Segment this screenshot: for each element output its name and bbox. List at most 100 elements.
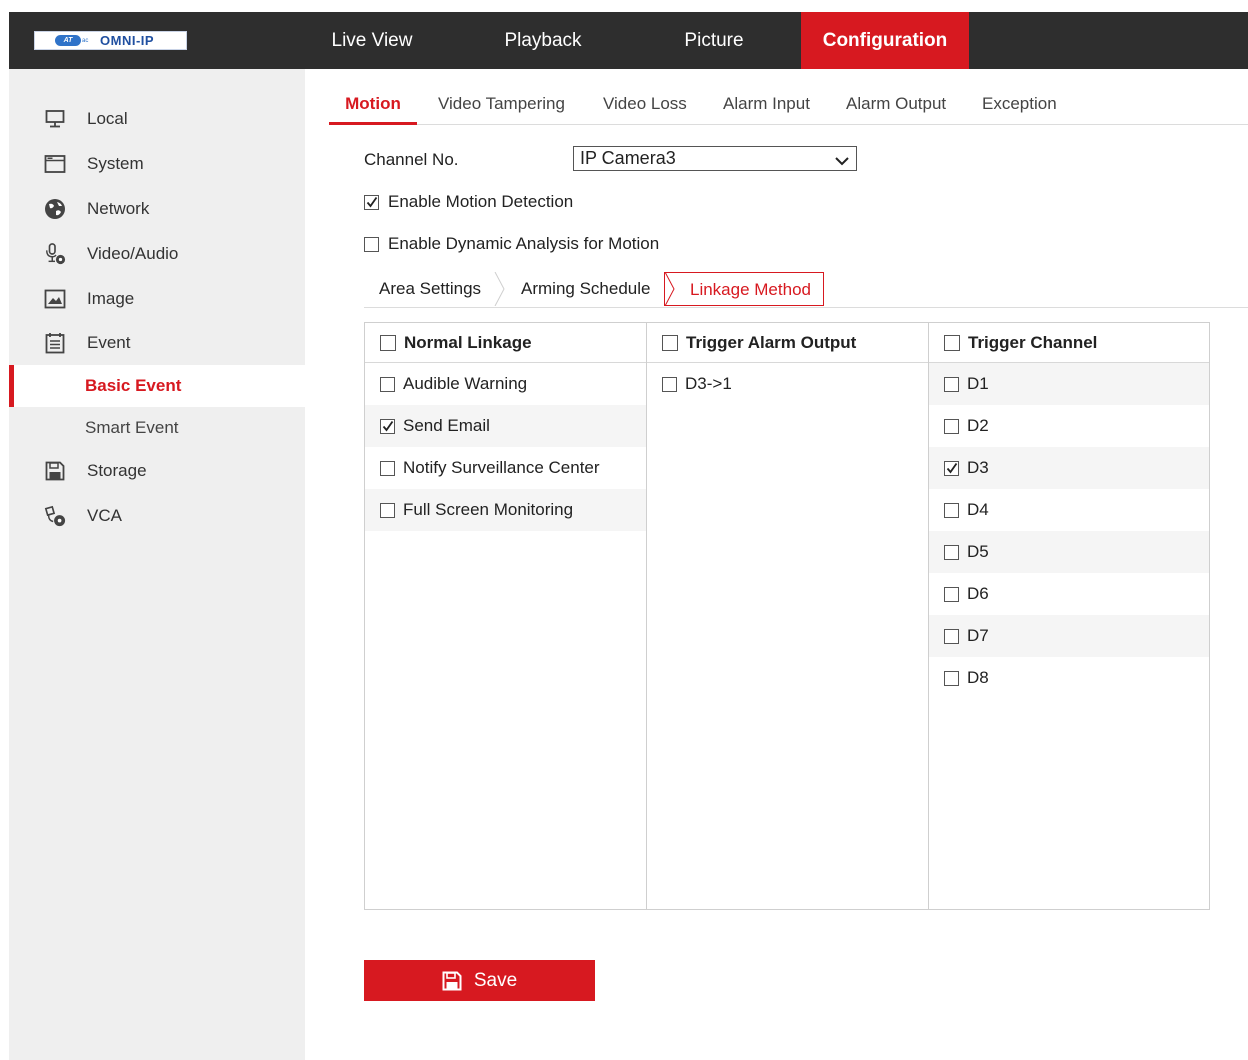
trigger-channel-column: Trigger Channel D1 D2 D3 D4 D5 D6 D7 D8	[929, 323, 1209, 909]
channel-select-value: IP Camera3	[580, 148, 676, 168]
subtab-arming-schedule[interactable]: Arming Schedule	[521, 272, 650, 306]
audible-warning-checkbox[interactable]	[380, 376, 395, 392]
chevron-divider-icon	[664, 272, 675, 306]
list-item-label: D8	[967, 668, 989, 687]
normal-linkage-header: Normal Linkage	[365, 323, 646, 363]
list-item-label: D2	[967, 416, 989, 435]
logo-small-text: ac	[82, 37, 89, 44]
trigger-channel-header: Trigger Channel	[929, 323, 1209, 363]
enable-dynamic-checkbox[interactable]	[364, 236, 379, 252]
nav-playback[interactable]: Playback	[487, 12, 599, 69]
sidebar-item-system[interactable]: System	[9, 144, 305, 184]
save-disk-icon	[44, 460, 66, 482]
list-item-label: D3	[967, 458, 989, 477]
tab-video-loss[interactable]: Video Loss	[603, 84, 687, 122]
sidebar-item-label: VCA	[87, 506, 122, 525]
mic-gear-icon	[44, 243, 66, 265]
list-item: D8	[929, 657, 1209, 699]
tab-exception[interactable]: Exception	[982, 84, 1057, 122]
channel-d4-checkbox[interactable]	[944, 502, 959, 518]
trigger-alarm-output-select-all-checkbox[interactable]	[662, 334, 678, 351]
globe-icon	[44, 198, 66, 220]
list-item-label: D4	[967, 500, 989, 519]
list-item-label: D5	[967, 542, 989, 561]
list-item-label: Notify Surveillance Center	[403, 458, 600, 477]
sidebar-item-vca[interactable]: VCA	[9, 496, 305, 536]
sidebar-item-label: Network	[87, 199, 150, 218]
chevron-divider-icon	[494, 272, 505, 306]
tab-alarm-output[interactable]: Alarm Output	[846, 84, 946, 122]
camera-gear-icon	[44, 505, 66, 527]
list-item: D1	[929, 363, 1209, 405]
enable-motion-label: Enable Motion Detection	[388, 192, 574, 211]
save-button[interactable]: Save	[364, 960, 595, 1001]
list-item: D6	[929, 573, 1209, 615]
sidebar-item-storage[interactable]: Storage	[9, 451, 305, 491]
list-item: Send Email	[365, 405, 646, 447]
subtab-linkage-method[interactable]: Linkage Method	[664, 272, 824, 306]
sidebar-subitem-smart-event[interactable]: Smart Event	[9, 407, 305, 449]
linkage-table: Normal Linkage Audible Warning Send Emai…	[364, 322, 1210, 910]
nav-picture[interactable]: Picture	[669, 12, 759, 69]
normal-linkage-column: Normal Linkage Audible Warning Send Emai…	[365, 323, 647, 909]
notify-surveillance-center-checkbox[interactable]	[380, 460, 395, 476]
full-screen-monitoring-checkbox[interactable]	[380, 502, 395, 518]
channel-d8-checkbox[interactable]	[944, 670, 959, 686]
alarm-output-d3-1-checkbox[interactable]	[662, 376, 677, 392]
trigger-channel-select-all-checkbox[interactable]	[944, 334, 960, 351]
sidebar-item-label: Local	[87, 109, 128, 128]
channel-d6-checkbox[interactable]	[944, 586, 959, 602]
nav-configuration[interactable]: Configuration	[801, 12, 969, 69]
sidebar-item-video-audio[interactable]: Video/Audio	[9, 234, 305, 274]
list-item: D4	[929, 489, 1209, 531]
tab-alarm-input[interactable]: Alarm Input	[723, 84, 810, 122]
sidebar-item-network[interactable]: Network	[9, 189, 305, 229]
settings-subtabs: Area Settings Arming Schedule Linkage Me…	[364, 272, 1248, 308]
event-type-tabs: Motion Video Tampering Video Loss Alarm …	[329, 84, 1248, 125]
send-email-checkbox[interactable]	[380, 418, 395, 434]
tab-video-tampering[interactable]: Video Tampering	[438, 84, 565, 122]
enable-motion-checkbox[interactable]	[364, 194, 379, 210]
sidebar-item-event[interactable]: Event	[9, 323, 305, 363]
trigger-alarm-output-header: Trigger Alarm Output	[647, 323, 928, 363]
channel-d7-checkbox[interactable]	[944, 628, 959, 644]
list-item: D3	[929, 447, 1209, 489]
list-item-label: Send Email	[403, 416, 490, 435]
list-item-label: D6	[967, 584, 989, 603]
save-disk-icon	[442, 971, 462, 991]
sidebar-item-label: Storage	[87, 461, 147, 480]
normal-linkage-header-label: Normal Linkage	[404, 332, 532, 352]
sidebar-item-label: Event	[87, 333, 131, 352]
logo-badge: AT	[55, 35, 81, 46]
trigger-channel-header-label: Trigger Channel	[968, 332, 1098, 352]
tab-motion[interactable]: Motion	[329, 84, 417, 125]
list-item-label: D1	[967, 374, 989, 393]
channel-d5-checkbox[interactable]	[944, 544, 959, 560]
enable-dynamic-label: Enable Dynamic Analysis for Motion	[388, 234, 660, 253]
channel-d1-checkbox[interactable]	[944, 376, 959, 392]
monitor-icon	[44, 108, 66, 130]
list-item: Full Screen Monitoring	[365, 489, 646, 531]
chevron-down-icon	[834, 151, 850, 174]
list-item-label: D7	[967, 626, 989, 645]
list-item: Audible Warning	[365, 363, 646, 405]
list-item-label: Full Screen Monitoring	[403, 500, 574, 519]
sidebar-item-local[interactable]: Local	[9, 99, 305, 139]
sidebar-subitem-basic-event[interactable]: Basic Event	[9, 365, 305, 407]
sidebar-item-image[interactable]: Image	[9, 279, 305, 319]
trigger-alarm-output-header-label: Trigger Alarm Output	[686, 332, 857, 352]
list-item: D3->1	[647, 363, 928, 405]
save-button-label: Save	[473, 969, 518, 991]
list-item: D7	[929, 615, 1209, 657]
normal-linkage-select-all-checkbox[interactable]	[380, 334, 396, 351]
list-item: D2	[929, 405, 1209, 447]
channel-select[interactable]: IP Camera3	[573, 146, 857, 171]
list-item-label: D3->1	[685, 374, 732, 393]
sidebar-item-label: Video/Audio	[87, 244, 179, 263]
subtab-area-settings[interactable]: Area Settings	[379, 272, 481, 306]
window-icon	[44, 153, 66, 175]
channel-d3-checkbox[interactable]	[944, 460, 959, 476]
channel-d2-checkbox[interactable]	[944, 418, 959, 434]
list-item: Notify Surveillance Center	[365, 447, 646, 489]
nav-live-view[interactable]: Live View	[319, 12, 425, 69]
